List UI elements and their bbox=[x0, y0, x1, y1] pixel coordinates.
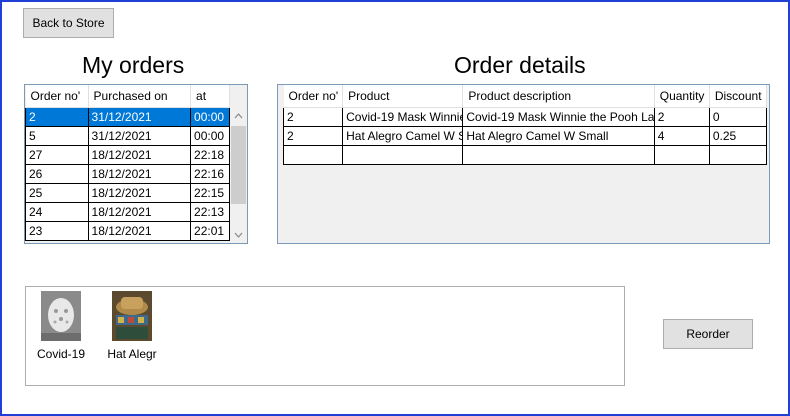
details-col-description[interactable]: Product description bbox=[462, 85, 655, 108]
details-cell-order[interactable] bbox=[282, 145, 344, 165]
orders-cell-order[interactable]: 24 bbox=[25, 202, 89, 222]
details-table: Order no' Product Product description Qu… bbox=[282, 85, 768, 165]
app-window: Back to Store My orders Order details Or… bbox=[0, 0, 790, 416]
orders-row[interactable]: 23 18/12/2021 22:01 bbox=[25, 221, 230, 241]
details-col-quantity[interactable]: Quantity bbox=[654, 85, 710, 108]
orders-scrollbar[interactable] bbox=[230, 107, 247, 243]
orders-row[interactable]: 24 18/12/2021 22:13 bbox=[25, 202, 230, 222]
orders-header-row: Order no' Purchased on at bbox=[25, 85, 230, 108]
orders-cell-date[interactable]: 18/12/2021 bbox=[87, 221, 192, 241]
details-row[interactable] bbox=[282, 145, 768, 165]
details-cell-discount[interactable]: 0.25 bbox=[708, 126, 768, 146]
details-cell-quantity[interactable]: 2 bbox=[653, 107, 710, 127]
details-cell-description[interactable]: Hat Alegro Camel W Small bbox=[462, 126, 655, 146]
back-to-store-button[interactable]: Back to Store bbox=[23, 8, 114, 38]
orders-cell-date[interactable]: 18/12/2021 bbox=[87, 202, 192, 222]
details-cell-order[interactable]: 2 bbox=[282, 126, 344, 146]
details-cell-product[interactable]: Covid-19 Mask Winnie the Pooh bbox=[342, 107, 464, 127]
orders-cell-date[interactable]: 31/12/2021 bbox=[87, 126, 192, 146]
orders-grid[interactable]: Order no' Purchased on at 2 31/12/2021 00:… bbox=[24, 84, 248, 244]
scroll-down-icon[interactable] bbox=[230, 226, 247, 243]
orders-row[interactable]: 25 18/12/2021 22:15 bbox=[25, 183, 230, 203]
details-row[interactable]: 2Hat Alegro Camel W SmallHat Alegro Came… bbox=[282, 126, 768, 146]
details-cell-description[interactable] bbox=[462, 145, 655, 165]
details-row[interactable]: 2Covid-19 Mask Winnie the PoohCovid-19 M… bbox=[282, 107, 768, 127]
orders-cell-order[interactable]: 27 bbox=[25, 145, 89, 165]
orders-cell-time[interactable]: 22:13 bbox=[190, 202, 230, 222]
details-cell-quantity[interactable]: 4 bbox=[653, 126, 710, 146]
order-details-title: Order details bbox=[454, 52, 586, 78]
orders-row[interactable]: 26 18/12/2021 22:16 bbox=[25, 164, 230, 184]
details-grid[interactable]: Order no' Product Product description Qu… bbox=[277, 84, 770, 244]
orders-cell-time[interactable]: 00:00 bbox=[190, 107, 230, 127]
orders-cell-date[interactable]: 18/12/2021 bbox=[87, 145, 192, 165]
orders-cell-order[interactable]: 23 bbox=[25, 221, 89, 241]
details-cell-discount[interactable] bbox=[708, 145, 768, 165]
orders-cell-order[interactable]: 5 bbox=[25, 126, 89, 146]
orders-cell-time[interactable]: 22:18 bbox=[190, 145, 230, 165]
details-header-row: Order no' Product Product description Qu… bbox=[283, 85, 768, 108]
mask-product-icon bbox=[41, 291, 81, 341]
orders-cell-date[interactable]: 18/12/2021 bbox=[87, 164, 192, 184]
details-cell-discount[interactable]: 0 bbox=[708, 107, 768, 127]
orders-row[interactable]: 27 18/12/2021 22:18 bbox=[25, 145, 230, 165]
thumbnail-label: Covid-19 bbox=[36, 347, 86, 361]
product-thumbnails-panel: Covid-19 Hat Alegr bbox=[25, 286, 625, 386]
orders-cell-date[interactable]: 31/12/2021 bbox=[87, 107, 192, 127]
orders-col-at[interactable]: at bbox=[190, 85, 230, 108]
orders-scroll-thumb[interactable] bbox=[231, 126, 246, 204]
details-col-product[interactable]: Product bbox=[342, 85, 464, 108]
orders-cell-order[interactable]: 25 bbox=[25, 183, 89, 203]
orders-col-order[interactable]: Order no' bbox=[25, 85, 89, 108]
thumbnail-item[interactable]: Hat Alegr bbox=[97, 291, 167, 361]
details-col-discount[interactable]: Discount bbox=[709, 85, 768, 108]
orders-cell-time[interactable]: 22:01 bbox=[190, 221, 230, 241]
details-cell-product[interactable]: Hat Alegro Camel W Small bbox=[342, 126, 464, 146]
details-col-order[interactable]: Order no' bbox=[283, 85, 344, 108]
orders-cell-time[interactable]: 00:00 bbox=[190, 126, 230, 146]
orders-cell-time[interactable]: 22:15 bbox=[190, 183, 230, 203]
details-cell-description[interactable]: Covid-19 Mask Winnie the Pooh La bbox=[462, 107, 655, 127]
orders-cell-date[interactable]: 18/12/2021 bbox=[87, 183, 192, 203]
reorder-button[interactable]: Reorder bbox=[663, 319, 753, 349]
orders-col-purchased[interactable]: Purchased on bbox=[88, 85, 192, 108]
orders-row[interactable]: 5 31/12/2021 00:00 bbox=[25, 126, 230, 146]
orders-cell-time[interactable]: 22:16 bbox=[190, 164, 230, 184]
my-orders-title: My orders bbox=[82, 52, 185, 78]
scroll-up-icon[interactable] bbox=[230, 107, 247, 124]
orders-table: Order no' Purchased on at 2 31/12/2021 00:… bbox=[25, 85, 230, 241]
thumbnail-label: Hat Alegr bbox=[107, 347, 157, 361]
details-cell-order[interactable]: 2 bbox=[282, 107, 344, 127]
hat-product-icon bbox=[112, 291, 152, 341]
thumbnail-item[interactable]: Covid-19 bbox=[26, 291, 96, 361]
orders-cell-order[interactable]: 26 bbox=[25, 164, 89, 184]
details-cell-product[interactable] bbox=[342, 145, 464, 165]
orders-row[interactable]: 2 31/12/2021 00:00 bbox=[25, 107, 230, 127]
details-cell-quantity[interactable] bbox=[653, 145, 710, 165]
orders-cell-order[interactable]: 2 bbox=[25, 107, 89, 127]
